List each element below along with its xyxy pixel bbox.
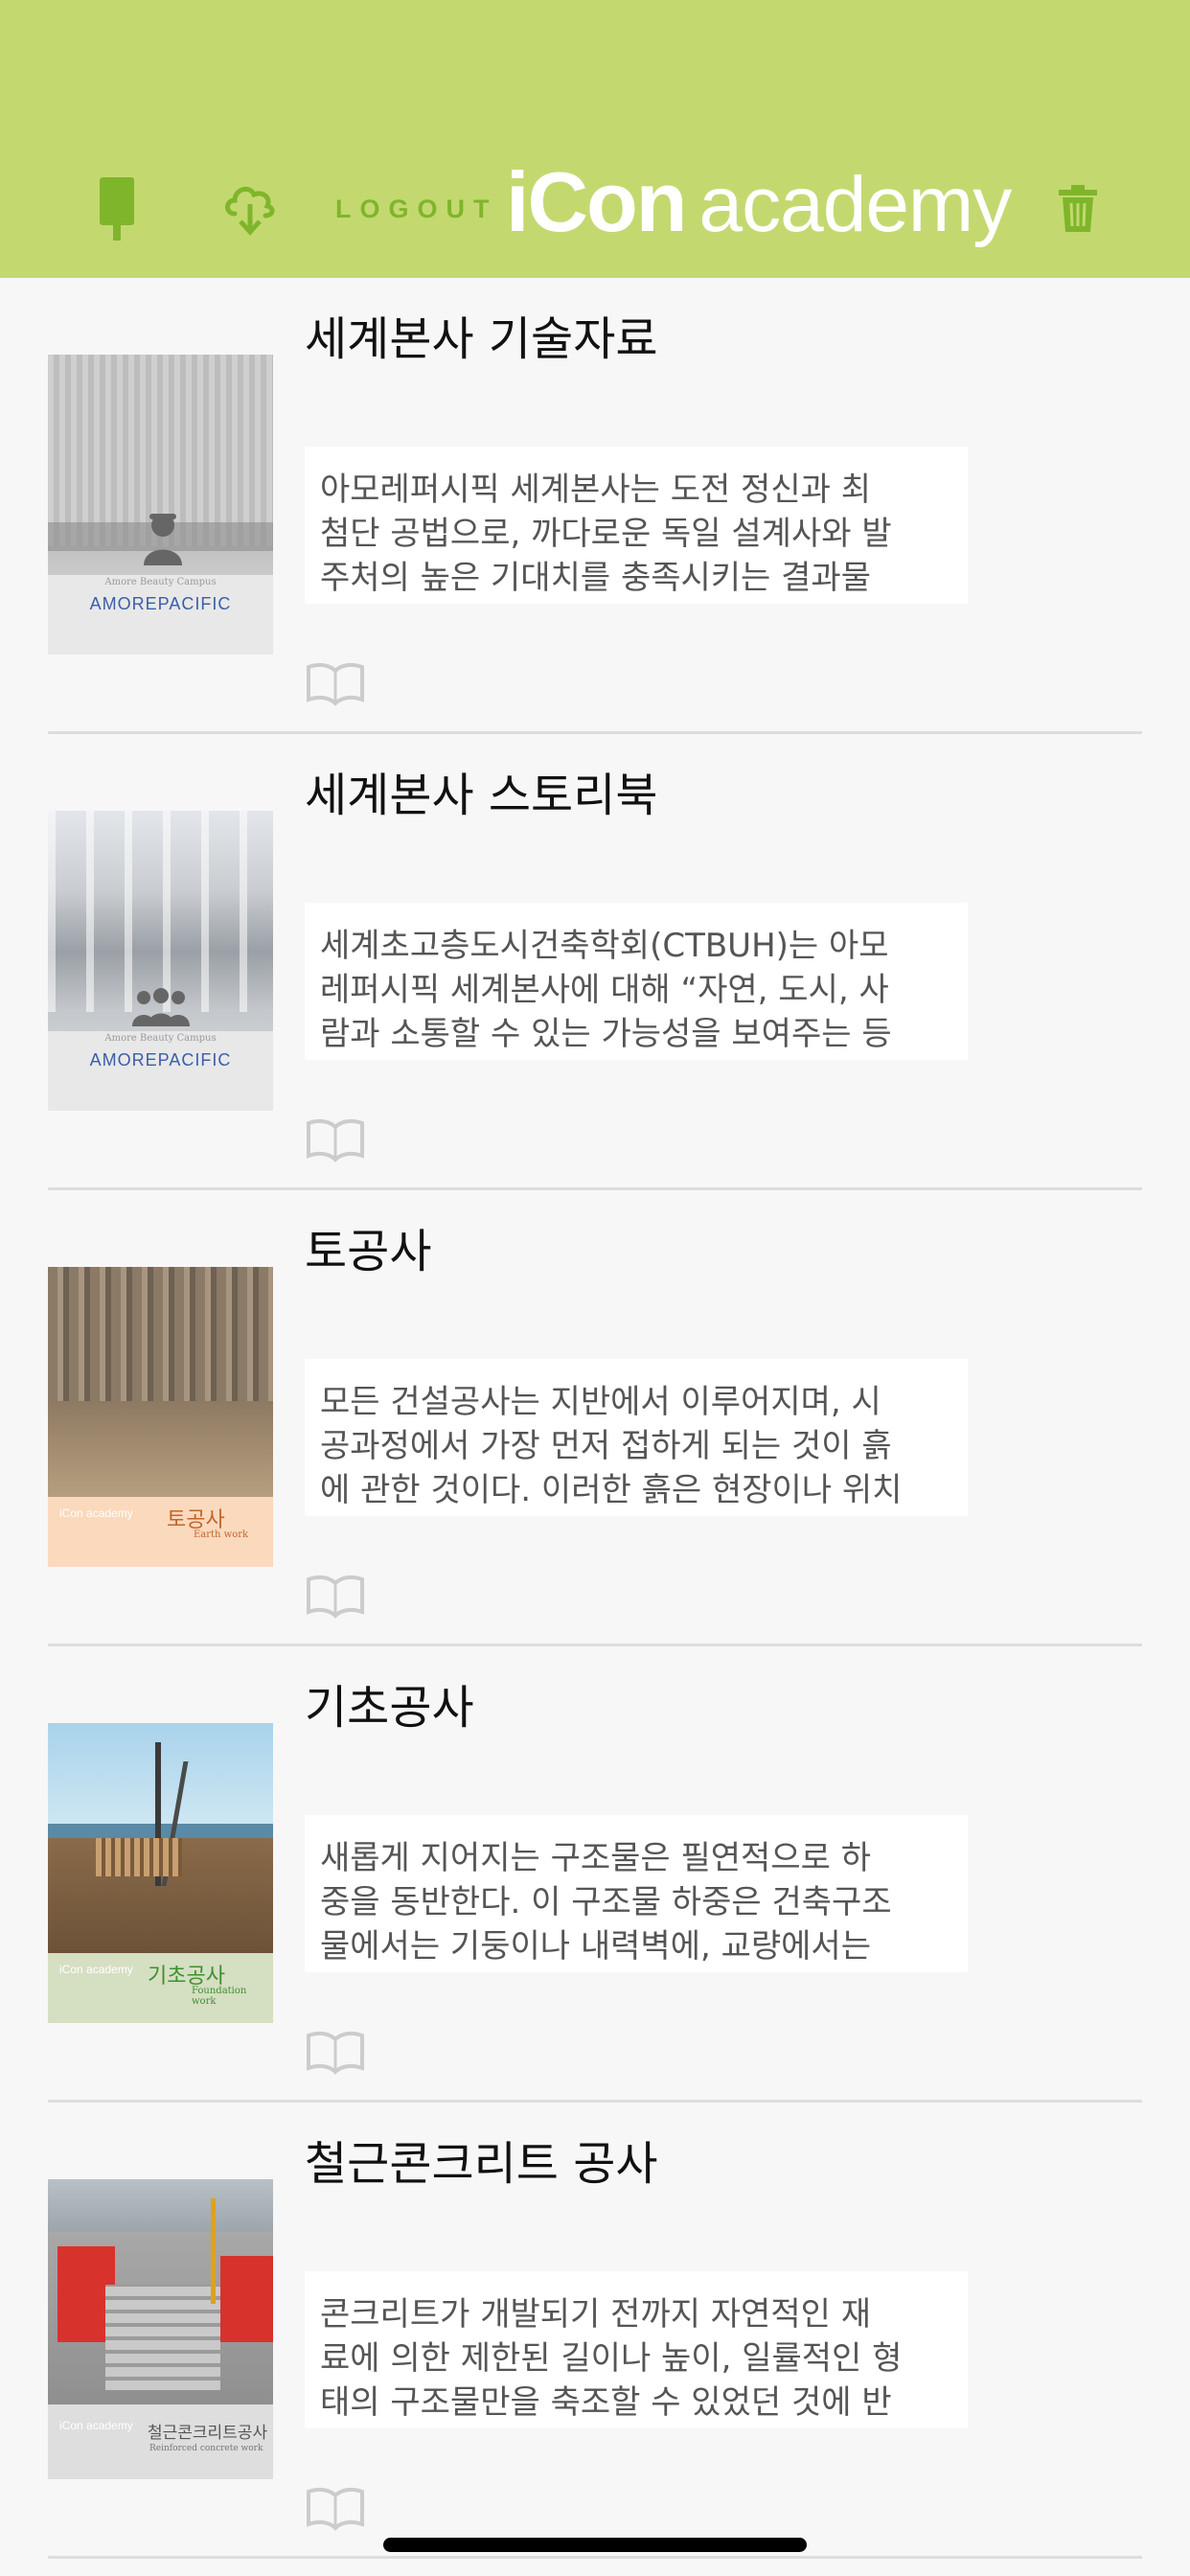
item-description: 세계초고층도시건축학회(CTBUH)는 아모 레퍼시픽 세계본사에 대해 “자연… [305, 903, 968, 1060]
description-line: 료에 의한 제한된 길이나 높이, 일률적인 형 [320, 2339, 903, 2378]
phone-button[interactable] [94, 174, 140, 243]
description-line: 주처의 높은 기대치를 충족시키는 결과물 [320, 559, 871, 597]
book-open-icon[interactable] [305, 1574, 366, 1620]
description-line: 태의 구조물만을 축조할 수 있었던 것에 반 [320, 2383, 892, 2422]
logo-icon-text: iCon [506, 154, 688, 249]
item-description: 콘크리트가 개발되기 전까지 자연적인 재 료에 의한 제한된 길이나 높이, … [305, 2271, 968, 2428]
list-item[interactable]: iCon academy 철근콘크리트공사 Reinforced concret… [0, 2103, 1190, 2559]
list-item[interactable]: Amore Beauty Campus AMOREPACIFIC 세계본사 스토… [0, 734, 1190, 1190]
book-open-icon[interactable] [305, 661, 366, 707]
home-indicator[interactable] [383, 2538, 807, 2552]
book-cover[interactable]: iCon academy 철근콘크리트공사 Reinforced concret… [48, 2179, 273, 2479]
item-description: 아모레퍼시픽 세계본사는 도전 정신과 최 첨단 공법으로, 까다로운 독일 설… [305, 447, 968, 604]
list-item[interactable]: iCon academy 기초공사 Foundation work 기초공사 새… [0, 1646, 1190, 2103]
description-line: 레퍼시픽 세계본사에 대해 “자연, 도시, 사 [320, 971, 889, 1009]
item-title[interactable]: 철근콘크리트 공사 [305, 2126, 658, 2193]
item-description: 모든 건설공사는 지반에서 이루어지며, 시 공과정에서 가장 먼저 접하게 되… [305, 1359, 968, 1516]
book-cover[interactable]: iCon academy 토공사 Earth work [48, 1267, 273, 1567]
description-line: 람과 소통할 수 있는 가능성을 보여주는 등 [320, 1015, 892, 1053]
description-line: 첨단 공법으로, 까다로운 독일 설계사와 발 [320, 515, 892, 553]
cover-english-title: Earth work [194, 1530, 249, 1540]
description-line: 공과정에서 가장 먼저 접하게 되는 것이 흙 [320, 1427, 892, 1465]
book-cover[interactable]: Amore Beauty Campus AMOREPACIFIC [48, 811, 273, 1111]
cover-subtitle: Amore Beauty Campus [104, 577, 217, 587]
book-list: Amore Beauty Campus AMOREPACIFIC 세계본사 기술… [0, 278, 1190, 2559]
description-line: 중을 동반한다. 이 구조물 하중은 건축구조 [320, 1883, 892, 1921]
list-item[interactable]: iCon academy 토공사 Earth work 토공사 모든 건설공사는… [0, 1190, 1190, 1646]
description-line: 새롭게 지어지는 구조물은 필연적으로 하 [320, 1839, 871, 1877]
people-icon [132, 988, 190, 1026]
cloud-download-button[interactable] [217, 174, 284, 242]
item-title[interactable]: 토공사 [305, 1213, 431, 1280]
cover-title: 철근콘크리트공사 [148, 2424, 268, 2443]
cover-app-name: iCon academy [59, 2419, 133, 2432]
list-item[interactable]: Amore Beauty Campus AMOREPACIFIC 세계본사 기술… [0, 278, 1190, 734]
description-line: 아모레퍼시픽 세계본사는 도전 정신과 최 [320, 471, 871, 509]
row-divider [48, 2556, 1142, 2559]
logout-button[interactable]: LOGOUT [335, 192, 527, 226]
item-title[interactable]: 기초공사 [305, 1669, 474, 1736]
description-line: 세계초고층도시건축학회(CTBUH)는 아모 [320, 927, 889, 965]
cover-english-title: Reinforced concrete work [149, 2444, 263, 2453]
description-line: 물에서는 기둥이나 내력벽에, 교량에서는 [320, 1927, 871, 1966]
book-open-icon[interactable] [305, 2030, 366, 2076]
cover-english-title: Foundation work [192, 1986, 247, 2007]
cover-subtitle: Amore Beauty Campus [104, 1033, 217, 1044]
worker-icon [144, 514, 182, 565]
item-description: 새롭게 지어지는 구조물은 필연적으로 하 중을 동반한다. 이 구조물 하중은… [305, 1815, 968, 1972]
trash-icon [1059, 185, 1097, 232]
cover-app-name: iCon academy [59, 1963, 133, 1976]
book-cover[interactable]: Amore Beauty Campus AMOREPACIFIC [48, 355, 273, 655]
description-line: 모든 건설공사는 지반에서 이루어지며, 시 [320, 1383, 881, 1421]
app-header: LOGOUT iCon academy [0, 0, 1190, 278]
trash-button[interactable] [1054, 182, 1102, 236]
app-logo: iCon academy [506, 153, 1013, 259]
item-title[interactable]: 세계본사 기술자료 [305, 301, 658, 368]
book-open-icon[interactable] [305, 2486, 366, 2532]
book-cover[interactable]: iCon academy 기초공사 Foundation work [48, 1723, 273, 2023]
phone-icon [100, 177, 134, 241]
cloud-download-icon [225, 186, 275, 236]
item-title[interactable]: 세계본사 스토리북 [305, 757, 658, 824]
description-line: 콘크리트가 개발되기 전까지 자연적인 재 [320, 2295, 871, 2334]
description-line: 에 관한 것이다. 이러한 흙은 현장이나 위치 [320, 1471, 903, 1509]
cover-brand: AMOREPACIFIC [89, 1050, 232, 1070]
cover-app-name: iCon academy [59, 1506, 133, 1520]
logo-academy-text: academy [698, 161, 1013, 248]
book-open-icon[interactable] [305, 1117, 366, 1163]
cover-brand: AMOREPACIFIC [89, 594, 232, 613]
